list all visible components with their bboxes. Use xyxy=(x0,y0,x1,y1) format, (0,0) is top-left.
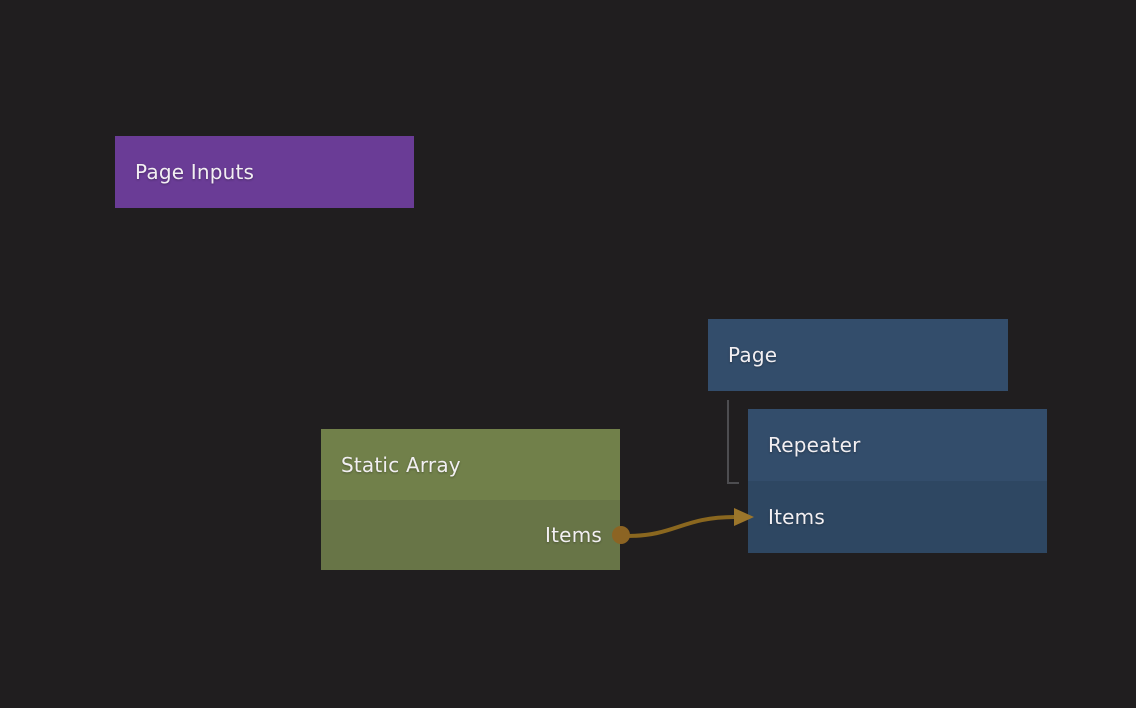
node-page-inputs[interactable]: Page Inputs xyxy=(115,136,414,208)
node-static-array[interactable]: Static Array Items xyxy=(321,429,620,570)
node-page[interactable]: Page xyxy=(708,319,1008,391)
node-repeater[interactable]: Repeater Items xyxy=(748,409,1047,553)
static-array-items-output-port-row[interactable]: Items xyxy=(321,500,620,570)
node-repeater-title: Repeater xyxy=(748,409,1047,481)
repeater-items-port-label: Items xyxy=(768,505,825,529)
page-repeater-tree-connector-line xyxy=(728,400,739,483)
node-editor-canvas[interactable]: Page Inputs Page Repeater Items Static A… xyxy=(0,0,1136,708)
node-static-array-title: Static Array xyxy=(321,429,620,500)
edge-static-array-items-to-repeater-items[interactable] xyxy=(627,517,735,536)
node-page-title: Page xyxy=(708,319,1008,391)
static-array-items-port-label: Items xyxy=(545,523,602,547)
node-page-inputs-title: Page Inputs xyxy=(115,136,414,208)
repeater-items-input-port-row[interactable]: Items xyxy=(748,481,1047,553)
